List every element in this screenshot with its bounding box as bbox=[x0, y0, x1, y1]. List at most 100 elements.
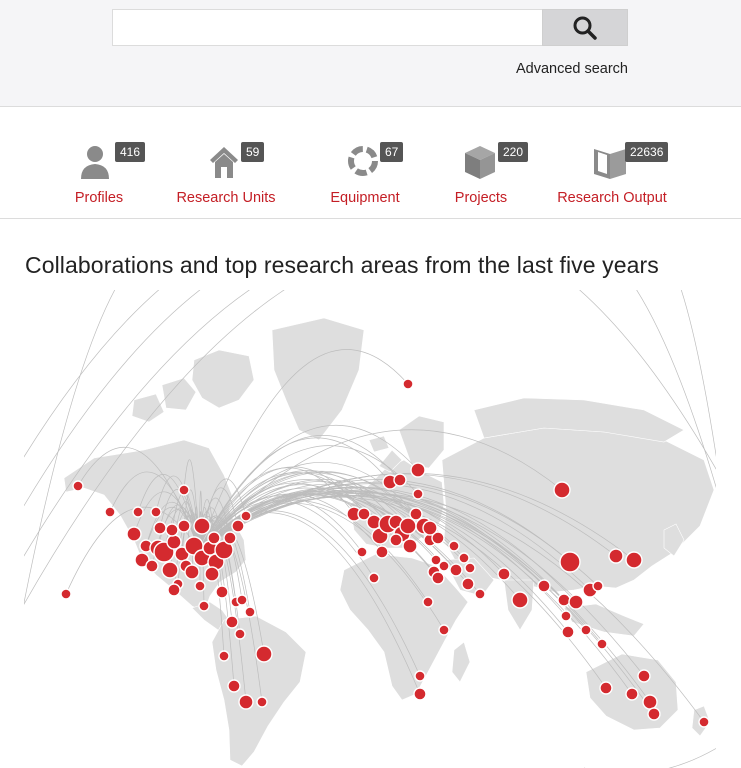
collaboration-point[interactable] bbox=[596, 638, 608, 650]
collaboration-point[interactable] bbox=[132, 506, 144, 518]
collaboration-point[interactable] bbox=[255, 645, 273, 663]
collaboration-point[interactable] bbox=[198, 600, 210, 612]
collaboration-point[interactable] bbox=[145, 559, 159, 573]
collaboration-point[interactable] bbox=[399, 517, 417, 535]
collaboration-point[interactable] bbox=[553, 481, 571, 499]
collaboration-point[interactable] bbox=[60, 588, 72, 600]
search-button[interactable] bbox=[542, 9, 628, 46]
collaboration-point[interactable] bbox=[647, 707, 661, 721]
collaboration-point[interactable] bbox=[356, 546, 368, 558]
search-input[interactable] bbox=[112, 9, 542, 46]
collaboration-point[interactable] bbox=[608, 548, 624, 564]
collaboration-point[interactable] bbox=[461, 577, 475, 591]
collaboration-point[interactable] bbox=[497, 567, 511, 581]
collaboration-point[interactable] bbox=[592, 580, 604, 592]
collaboration-point[interactable] bbox=[599, 681, 613, 695]
collaboration-point[interactable] bbox=[167, 583, 181, 597]
stat-projects[interactable]: 220 Projects bbox=[446, 107, 529, 218]
collaboration-point[interactable] bbox=[72, 480, 84, 492]
collaboration-point[interactable] bbox=[238, 694, 254, 710]
collaboration-point[interactable] bbox=[559, 551, 581, 573]
collaboration-point[interactable] bbox=[413, 687, 427, 701]
collaboration-point[interactable] bbox=[368, 572, 380, 584]
collaboration-point[interactable] bbox=[449, 563, 463, 577]
ring-icon bbox=[348, 146, 378, 176]
collaboration-point[interactable] bbox=[227, 679, 241, 693]
collaboration-arc bbox=[584, 747, 716, 768]
collaboration-point[interactable] bbox=[637, 669, 651, 683]
collaboration-point[interactable] bbox=[240, 510, 252, 522]
stat-research-units[interactable]: 59 Research Units bbox=[168, 107, 284, 218]
projects-count-badge: 220 bbox=[498, 142, 529, 162]
collaboration-point[interactable] bbox=[422, 596, 434, 608]
collaboration-point[interactable] bbox=[256, 696, 268, 708]
collaboration-point[interactable] bbox=[431, 571, 445, 585]
collaboration-point[interactable] bbox=[438, 560, 450, 572]
collaboration-point[interactable] bbox=[166, 534, 182, 550]
collaboration-point[interactable] bbox=[184, 564, 200, 580]
collaboration-point[interactable] bbox=[215, 585, 229, 599]
collaboration-point[interactable] bbox=[464, 562, 476, 574]
collaboration-point[interactable] bbox=[448, 540, 460, 552]
collaboration-point[interactable] bbox=[389, 533, 403, 547]
collaboration-point[interactable] bbox=[625, 551, 643, 569]
collaboration-point[interactable] bbox=[231, 519, 245, 533]
collaboration-point[interactable] bbox=[153, 521, 167, 535]
collaboration-map bbox=[24, 290, 716, 768]
collaboration-point[interactable] bbox=[375, 545, 389, 559]
collaboration-point[interactable] bbox=[561, 625, 575, 639]
collaboration-point[interactable] bbox=[402, 538, 418, 554]
collaboration-point[interactable] bbox=[218, 650, 230, 662]
collaboration-point[interactable] bbox=[236, 594, 248, 606]
stat-profiles[interactable]: 416 Profiles bbox=[59, 107, 146, 218]
collaboration-point[interactable] bbox=[474, 588, 486, 600]
collaboration-point[interactable] bbox=[104, 506, 116, 518]
box-icon bbox=[465, 146, 495, 179]
collaboration-point[interactable] bbox=[568, 594, 584, 610]
collaboration-point[interactable] bbox=[511, 591, 529, 609]
equipment-count-badge: 67 bbox=[380, 142, 404, 162]
collaboration-point[interactable] bbox=[177, 519, 191, 533]
stat-equipment[interactable]: 67 Equipment bbox=[319, 107, 411, 218]
collaboration-point[interactable] bbox=[537, 579, 551, 593]
collaboration-point[interactable] bbox=[165, 523, 179, 537]
collaboration-point[interactable] bbox=[393, 473, 407, 487]
collaboration-point[interactable] bbox=[204, 566, 220, 582]
house-icon bbox=[210, 147, 238, 178]
collaboration-point[interactable] bbox=[412, 488, 424, 500]
collaboration-point[interactable] bbox=[402, 378, 414, 390]
collaboration-point[interactable] bbox=[194, 580, 206, 592]
section-heading: Collaborations and top research areas fr… bbox=[25, 252, 659, 278]
person-icon bbox=[81, 146, 109, 179]
collaboration-point[interactable] bbox=[234, 628, 246, 640]
collaboration-point[interactable] bbox=[625, 687, 639, 701]
collaboration-point[interactable] bbox=[557, 593, 571, 607]
collaboration-point[interactable] bbox=[207, 531, 221, 545]
research-units-label: Research Units bbox=[176, 190, 276, 206]
research-units-count-badge: 59 bbox=[241, 142, 265, 162]
collaboration-point[interactable] bbox=[244, 606, 256, 618]
collaboration-point[interactable] bbox=[223, 531, 237, 545]
collaboration-point[interactable] bbox=[422, 520, 438, 536]
collaboration-point[interactable] bbox=[458, 552, 470, 564]
collaboration-point[interactable] bbox=[414, 670, 426, 682]
collaboration-point[interactable] bbox=[193, 517, 211, 535]
collaboration-point[interactable] bbox=[698, 716, 710, 728]
collaboration-point[interactable] bbox=[161, 561, 179, 579]
collaboration-point[interactable] bbox=[438, 624, 450, 636]
collaboration-point[interactable] bbox=[410, 462, 426, 478]
collaboration-point[interactable] bbox=[178, 484, 190, 496]
collaboration-point[interactable] bbox=[126, 526, 142, 542]
advanced-search-link[interactable]: Advanced search bbox=[516, 61, 628, 77]
content-stats: 416 Profiles 59 Research Units 67 Equipm… bbox=[0, 107, 741, 219]
collaboration-point[interactable] bbox=[560, 610, 572, 622]
search-icon bbox=[573, 16, 597, 40]
collaboration-point[interactable] bbox=[150, 506, 162, 518]
collaboration-point[interactable] bbox=[642, 694, 658, 710]
collaboration-point[interactable] bbox=[580, 624, 592, 636]
collaboration-point[interactable] bbox=[225, 615, 239, 629]
profiles-label: Profiles bbox=[74, 190, 124, 206]
research-output-label: Research Output bbox=[557, 190, 667, 206]
stat-research-output[interactable]: 22636 Research Output bbox=[553, 107, 671, 218]
search-bar-region: Advanced search bbox=[0, 0, 741, 107]
